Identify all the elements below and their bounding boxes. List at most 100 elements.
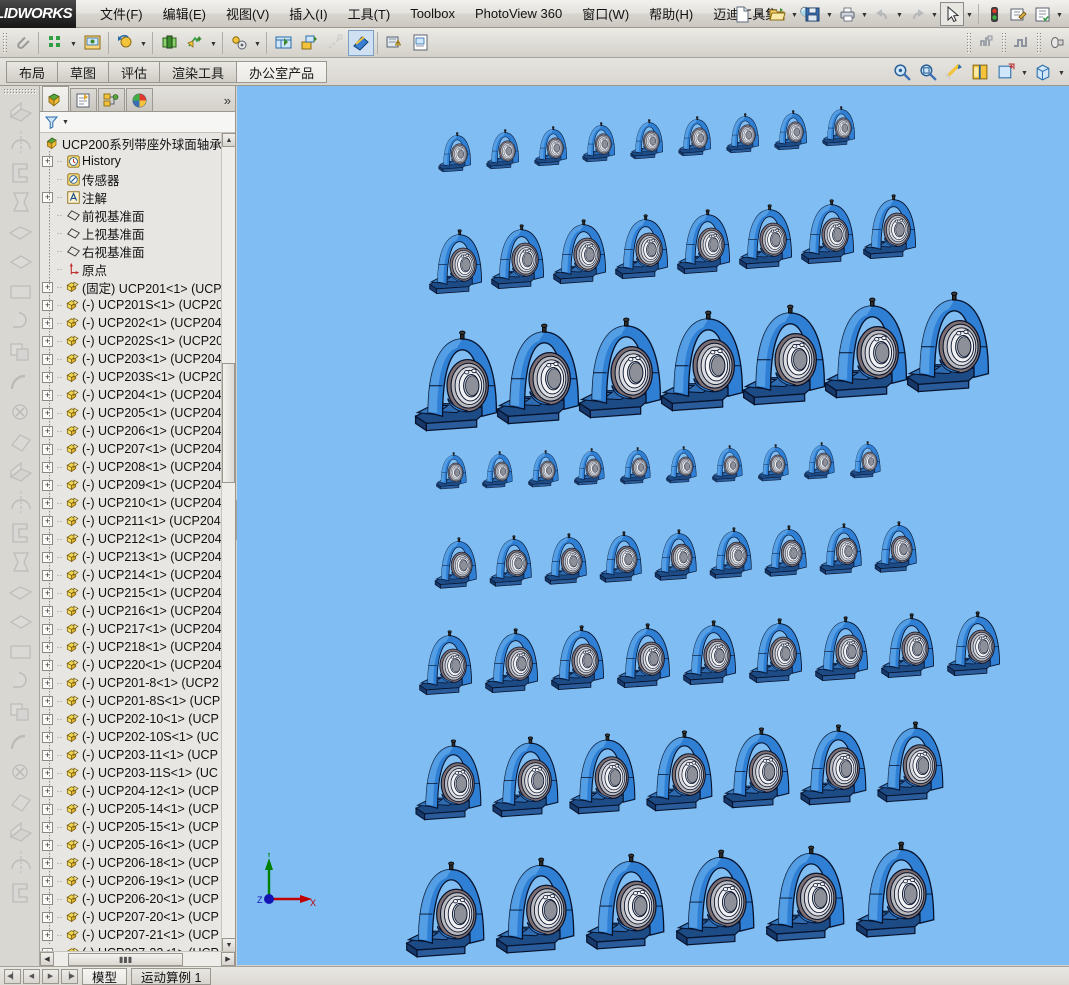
linear-pattern-button-dropdown[interactable]: ▼: [68, 31, 79, 55]
revolved-cut-icon[interactable]: [3, 277, 37, 307]
chevron-down-icon[interactable]: ▼: [62, 119, 69, 126]
expand-plus-icon[interactable]: +: [42, 821, 53, 833]
tree-node[interactable]: + ·· (-) UCP218<1> (UCP204: [40, 638, 221, 656]
expand-plus-icon[interactable]: +: [42, 875, 53, 887]
bearing-model[interactable]: [481, 451, 517, 490]
bearing-model[interactable]: [549, 625, 612, 693]
bearing-model[interactable]: [583, 853, 676, 954]
options-button[interactable]: [1030, 2, 1054, 26]
tree-node[interactable]: + ·· (-) UCP209<1> (UCP204: [40, 476, 221, 494]
bearing-model[interactable]: [619, 447, 655, 486]
bearing-model[interactable]: [813, 616, 876, 684]
bearing-model[interactable]: [757, 444, 793, 483]
tree-node[interactable]: + ·· (-) UCP205-15<1> (UCP: [40, 818, 221, 836]
new-motion-study-button-dropdown[interactable]: ▼: [252, 31, 263, 55]
tree-node[interactable]: + ·· (-) UCP206-18<1> (UCP: [40, 854, 221, 872]
reference-geometry-button-dropdown[interactable]: ▼: [208, 31, 219, 55]
revolved-boss-icon[interactable]: [3, 127, 37, 157]
bearing-model[interactable]: [798, 724, 876, 809]
expand-plus-icon[interactable]: +: [42, 155, 53, 167]
bearing-model[interactable]: [437, 132, 476, 174]
menu-toolbox[interactable]: Toolbox: [400, 2, 465, 25]
tree-node[interactable]: + ·· (-) UCP202<1> (UCP204: [40, 314, 221, 332]
fillet-icon[interactable]: [3, 367, 37, 397]
tree-node[interactable]: + ·· (-) UCP214<1> (UCP204: [40, 566, 221, 584]
redo-button[interactable]: [905, 2, 929, 26]
open-document-button-dropdown[interactable]: ▼: [789, 3, 800, 25]
instant3d-icon[interactable]: [3, 667, 37, 697]
assembly-features-button[interactable]: [156, 30, 182, 56]
tree-node[interactable]: + ·· (-) UCP206-20<1> (UCP: [40, 890, 221, 908]
scroll-up-button[interactable]: ▲: [222, 133, 235, 147]
tab-render-tools[interactable]: 渲染工具: [159, 61, 237, 83]
section-view-button[interactable]: [941, 59, 967, 85]
tree-vertical-scrollbar[interactable]: ▲ ▼: [221, 133, 235, 952]
capture-button[interactable]: [1043, 30, 1069, 56]
bearing-model[interactable]: [665, 446, 701, 485]
display-style-button-dropdown[interactable]: ▼: [1019, 60, 1030, 84]
options-button-dropdown[interactable]: ▼: [1054, 3, 1065, 25]
appearance-button[interactable]: [1006, 2, 1030, 26]
next-tab-button[interactable]: ▶: [42, 968, 59, 984]
expand-plus-icon[interactable]: +: [42, 551, 53, 563]
reference-geometry-button[interactable]: [182, 30, 208, 56]
bearing-model[interactable]: [763, 525, 813, 579]
horizontal-scroll-track[interactable]: ▮▮▮: [54, 952, 221, 967]
tree-node[interactable]: + ·· (-) UCP202S<1> (UCP20: [40, 332, 221, 350]
tab-layout[interactable]: 布局: [6, 61, 58, 83]
expand-plus-icon[interactable]: +: [42, 695, 53, 707]
bearing-model[interactable]: [653, 529, 703, 583]
expand-plus-icon[interactable]: +: [42, 353, 53, 365]
mate-button[interactable]: [9, 30, 35, 56]
swept-boss-icon[interactable]: [3, 157, 37, 187]
expand-plus-icon[interactable]: +: [42, 299, 53, 311]
move-component-button[interactable]: [112, 30, 138, 56]
tree-node[interactable]: + ·· (-) UCP220<1> (UCP204: [40, 656, 221, 674]
rebuild-button[interactable]: [982, 2, 1006, 26]
expand-plus-icon[interactable]: +: [42, 317, 53, 329]
tree-node[interactable]: + ·· (-) UCP204<1> (UCP204: [40, 386, 221, 404]
bearing-model[interactable]: [488, 535, 538, 589]
extruded-cut-icon[interactable]: [3, 247, 37, 277]
bearing-model[interactable]: [427, 229, 490, 297]
tree-horizontal-scrollbar[interactable]: ◀ ▮▮▮ ▶: [40, 951, 235, 966]
expand-plus-icon[interactable]: +: [42, 443, 53, 455]
bearing-model[interactable]: [433, 537, 483, 591]
tree-node[interactable]: + ·· (-) UCP213<1> (UCP204: [40, 548, 221, 566]
instant3d-button[interactable]: [973, 30, 999, 56]
smart-fasteners-button[interactable]: [79, 30, 105, 56]
tree-node[interactable]: + ·· (-) UCP202-10<1> (UCP: [40, 710, 221, 728]
expand-plus-icon[interactable]: +: [42, 191, 53, 203]
bearing-model[interactable]: [527, 450, 563, 489]
open-document-button[interactable]: [765, 2, 789, 26]
tree-node[interactable]: + ·· (-) UCP201S<1> (UCP20: [40, 296, 221, 314]
bearing-model[interactable]: [763, 845, 856, 946]
more-tabs-icon[interactable]: »: [224, 93, 231, 108]
bearing-model[interactable]: [543, 533, 593, 587]
hide-show-items-button[interactable]: [1030, 59, 1056, 85]
bearing-model[interactable]: [849, 441, 885, 480]
delete-face-icon[interactable]: [3, 817, 37, 847]
bearing-model[interactable]: [413, 739, 491, 824]
bearing-model[interactable]: [711, 445, 747, 484]
bottom-tab-model[interactable]: 模型: [82, 967, 128, 985]
combine-icon[interactable]: [3, 727, 37, 757]
tab-evaluate[interactable]: 评估: [108, 61, 160, 83]
bearing-model[interactable]: [818, 523, 868, 577]
expand-plus-icon[interactable]: +: [42, 839, 53, 851]
tree-node[interactable]: + ·· (-) UCP217<1> (UCP204: [40, 620, 221, 638]
tree-node[interactable]: + ·· (-) UCP215<1> (UCP204: [40, 584, 221, 602]
dome-icon[interactable]: [3, 547, 37, 577]
bom-button[interactable]: [270, 30, 296, 56]
tree-node[interactable]: + ·· (-) UCP206-19<1> (UCP: [40, 872, 221, 890]
tree-node[interactable]: + ·· (-) UCP207-20<1> (UCP: [40, 908, 221, 926]
bearing-model[interactable]: [493, 857, 586, 958]
menu-help[interactable]: 帮助(H): [639, 0, 703, 27]
bearing-model[interactable]: [747, 618, 810, 686]
tree-root-assembly[interactable]: UCP200系列带座外球面轴承: [40, 134, 221, 152]
toolbar-grip[interactable]: [1001, 31, 1006, 54]
tree-node[interactable]: + ·· (-) UCP205-14<1> (UCP: [40, 800, 221, 818]
tree-node[interactable]: + ·· (-) UCP212<1> (UCP204: [40, 530, 221, 548]
tree-node[interactable]: + ·· (-) UCP203-11<1> (UCP: [40, 746, 221, 764]
tree-node[interactable]: + ·· (-) UCP205-16<1> (UCP: [40, 836, 221, 854]
